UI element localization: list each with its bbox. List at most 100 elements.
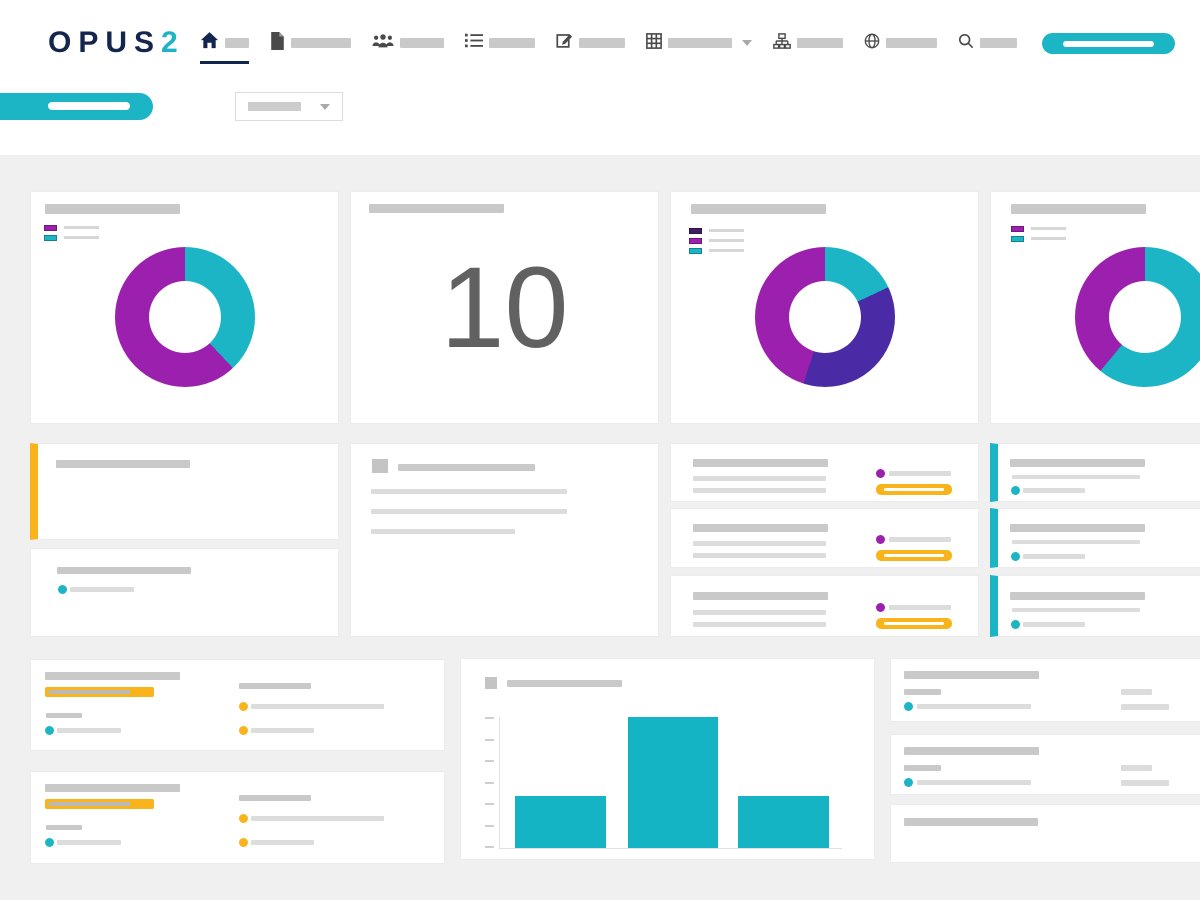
placeholder-line xyxy=(693,610,826,615)
bar-chart-widget xyxy=(460,658,875,860)
action-label-placeholder xyxy=(884,622,944,625)
brand-logo-accent: 2 xyxy=(161,26,185,59)
nav-item-language[interactable] xyxy=(864,33,937,54)
nav-label-placeholder xyxy=(668,38,732,48)
widget-title-placeholder xyxy=(369,204,504,213)
nav-label-placeholder xyxy=(797,38,843,48)
placeholder-meta xyxy=(1121,689,1152,695)
placeholder-line xyxy=(1012,608,1140,612)
action-button[interactable] xyxy=(876,550,952,561)
section-pill-button[interactable] xyxy=(0,93,153,120)
nav-item-hierarchy[interactable] xyxy=(773,33,843,54)
sitemap-icon xyxy=(773,33,791,54)
detail-row[interactable] xyxy=(890,734,1200,795)
placeholder-line xyxy=(251,840,314,845)
nav-item-search[interactable] xyxy=(958,33,1017,54)
action-button[interactable] xyxy=(876,484,952,495)
nav-item-list[interactable] xyxy=(465,33,535,53)
nav-label-placeholder xyxy=(489,38,535,48)
legend-label-placeholder xyxy=(709,239,744,242)
bar-series-2 xyxy=(628,717,718,848)
row-title-placeholder xyxy=(693,459,828,467)
task-card[interactable] xyxy=(30,659,445,751)
brand-logo[interactable]: OPUS2 xyxy=(48,26,185,60)
detail-row[interactable] xyxy=(890,804,1200,863)
card-title-placeholder xyxy=(56,460,190,468)
widget-title-placeholder xyxy=(507,680,622,687)
header-cta-button[interactable] xyxy=(1042,33,1175,54)
nav-item-people[interactable] xyxy=(372,33,444,53)
row-title-placeholder xyxy=(693,524,828,532)
compose-icon xyxy=(556,32,573,54)
placeholder-line xyxy=(1023,488,1085,493)
home-icon xyxy=(200,31,219,55)
action-button[interactable] xyxy=(876,618,952,629)
detail-row[interactable] xyxy=(890,658,1200,722)
nav-item-documents[interactable] xyxy=(270,32,351,55)
row-title-placeholder xyxy=(1010,524,1145,532)
legend-label-placeholder xyxy=(709,229,744,232)
app-window: { "brand": { "text_primary": "OPUS", "te… xyxy=(0,0,1200,900)
bar-chart xyxy=(499,717,842,849)
highlight-label-placeholder xyxy=(49,802,130,806)
placeholder-line xyxy=(917,780,1031,785)
alert-card[interactable] xyxy=(30,443,339,540)
axis-tick xyxy=(485,717,494,719)
card-icon-placeholder xyxy=(485,677,497,689)
placeholder-line xyxy=(1012,475,1140,479)
activity-row[interactable] xyxy=(990,508,1200,568)
status-dot xyxy=(1011,552,1020,561)
record-row[interactable] xyxy=(670,508,979,568)
placeholder-line xyxy=(1012,540,1140,544)
status-dot xyxy=(1011,620,1020,629)
highlighted-item[interactable] xyxy=(45,687,154,697)
status-dot xyxy=(45,726,54,735)
summary-card[interactable] xyxy=(30,548,339,637)
legend-swatch xyxy=(1011,226,1024,232)
select-value-placeholder xyxy=(248,102,301,111)
nav-item-compose[interactable] xyxy=(556,32,625,54)
record-row[interactable] xyxy=(670,443,979,502)
stat-value: 10 xyxy=(441,251,569,366)
activity-row[interactable] xyxy=(990,575,1200,637)
record-row[interactable] xyxy=(670,575,979,637)
legend-label-placeholder xyxy=(64,226,99,229)
legend-label-placeholder xyxy=(1031,237,1066,240)
row-title-placeholder xyxy=(1010,459,1145,467)
placeholder-line xyxy=(371,509,567,514)
nav-label-placeholder xyxy=(579,38,625,48)
filter-select[interactable] xyxy=(235,92,343,121)
axis-tick xyxy=(485,803,494,805)
placeholder-line xyxy=(693,541,826,546)
activity-row[interactable] xyxy=(990,443,1200,502)
widget-title-placeholder xyxy=(691,204,826,214)
placeholder-subtitle xyxy=(904,765,941,771)
status-dot xyxy=(239,838,248,847)
nav-item-home[interactable] xyxy=(200,31,249,55)
task-card[interactable] xyxy=(30,771,445,864)
status-dot xyxy=(239,814,248,823)
column-title-placeholder xyxy=(239,795,311,801)
placeholder-line xyxy=(889,605,951,610)
legend-swatch xyxy=(1011,236,1024,242)
stat-widget: 10 xyxy=(350,191,659,424)
list-icon xyxy=(465,33,483,53)
highlighted-item[interactable] xyxy=(45,799,154,809)
donut-chart xyxy=(755,247,895,387)
globe-icon xyxy=(864,33,880,54)
column-title-placeholder xyxy=(239,683,311,689)
donut-widget-3 xyxy=(990,191,1200,424)
placeholder-line xyxy=(1023,622,1085,627)
placeholder-line xyxy=(693,488,826,493)
axis-tick xyxy=(485,739,494,741)
status-dot xyxy=(1011,486,1020,495)
card-title-placeholder xyxy=(57,567,191,574)
placeholder-subtitle xyxy=(904,689,941,695)
nav-item-tables[interactable] xyxy=(646,33,752,54)
highlight-label-placeholder xyxy=(49,690,130,694)
placeholder-line xyxy=(251,728,314,733)
notes-card[interactable] xyxy=(350,443,659,637)
placeholder-line xyxy=(693,553,826,558)
status-dot xyxy=(876,535,885,544)
nav-label-placeholder xyxy=(980,38,1017,48)
